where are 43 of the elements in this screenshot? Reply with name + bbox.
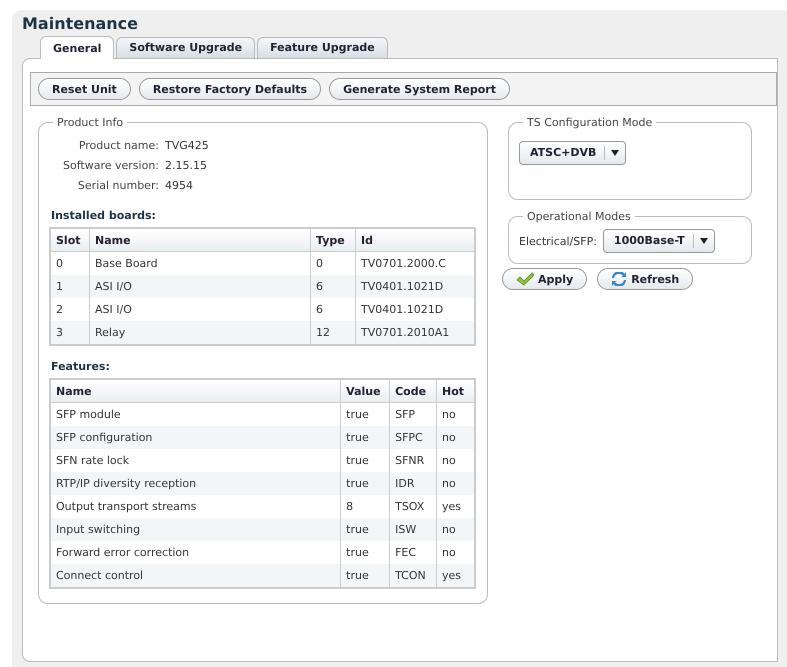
table-cell: Connect control bbox=[50, 564, 341, 588]
column-header: Code bbox=[390, 379, 437, 402]
table-cell: 3 bbox=[50, 321, 90, 345]
table-cell: TV0701.2010A1 bbox=[356, 321, 475, 345]
column-header: Value bbox=[340, 379, 390, 402]
action-button[interactable]: Apply bbox=[502, 268, 588, 290]
table-cell: 12 bbox=[310, 321, 356, 345]
column-header: Slot bbox=[50, 228, 90, 252]
tab[interactable]: Software Upgrade bbox=[116, 37, 256, 58]
column-header: Type bbox=[310, 228, 356, 252]
action-button[interactable]: Refresh bbox=[597, 268, 694, 290]
toolbar-button[interactable]: Restore Factory Defaults bbox=[138, 78, 322, 100]
group-legend: TS Configuration Mode bbox=[523, 116, 656, 129]
column-header: Hot bbox=[436, 379, 475, 402]
table-cell: yes bbox=[436, 564, 475, 588]
toolbar-button[interactable]: Generate System Report bbox=[329, 78, 510, 100]
group-legend: Operational Modes bbox=[523, 210, 635, 223]
tab[interactable]: Feature Upgrade bbox=[257, 37, 388, 58]
group-legend: Product Info bbox=[53, 116, 128, 129]
tab[interactable]: General bbox=[40, 36, 114, 59]
field-value: 4954 bbox=[165, 178, 194, 192]
page-title: Maintenance bbox=[22, 14, 140, 35]
caret-icon bbox=[611, 150, 620, 156]
table-cell: TCON bbox=[390, 564, 437, 588]
toolbar-button[interactable]: Reset Unit bbox=[38, 78, 131, 100]
field-value: TVG425 bbox=[165, 138, 210, 152]
check-icon bbox=[516, 272, 534, 286]
field-label: Serial number: bbox=[76, 178, 159, 192]
field-label: Product name: bbox=[78, 138, 159, 152]
table-cell: Relay bbox=[90, 321, 310, 345]
field-value: 2.15.15 bbox=[165, 158, 208, 172]
dropdown[interactable]: 1000Base-T bbox=[602, 229, 715, 253]
table-cell: true bbox=[340, 564, 390, 588]
column-header: Name bbox=[90, 228, 310, 252]
caret-icon bbox=[700, 238, 708, 244]
section-heading: Installed boards: bbox=[51, 209, 157, 222]
refresh-icon bbox=[611, 272, 628, 286]
field-label: Software version: bbox=[62, 158, 159, 172]
column-header: Name bbox=[50, 379, 341, 402]
section-heading: Features: bbox=[51, 360, 111, 373]
field-label: Electrical/SFP: bbox=[519, 234, 597, 248]
dropdown[interactable]: ATSC+DVB bbox=[519, 141, 626, 165]
column-header: Id bbox=[356, 228, 475, 252]
